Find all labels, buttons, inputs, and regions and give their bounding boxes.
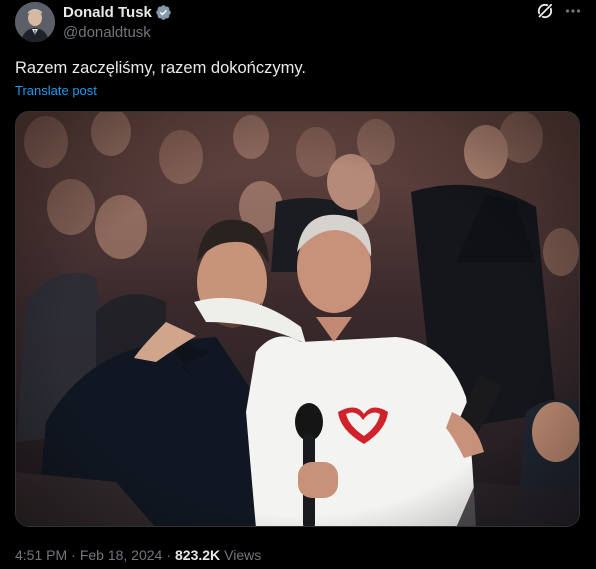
translate-post-link[interactable]: Translate post [15, 83, 97, 98]
author-names: Donald Tusk @donaldtusk [63, 3, 172, 41]
display-name[interactable]: Donald Tusk [63, 4, 152, 21]
more-icon[interactable] [563, 1, 583, 21]
meta-separator: · [166, 547, 171, 563]
verified-badge-icon[interactable] [155, 4, 172, 21]
grok-icon[interactable] [535, 1, 555, 21]
display-name-row: Donald Tusk [63, 3, 172, 21]
post-date[interactable]: Feb 18, 2024 [80, 547, 163, 563]
post-header: Donald Tusk @donaldtusk [15, 0, 585, 44]
post-time[interactable]: 4:51 PM [15, 547, 67, 563]
post-photo[interactable] [15, 111, 580, 527]
views-label: Views [224, 547, 262, 563]
avatar-image [15, 2, 55, 42]
meta-separator: · [71, 547, 76, 563]
views-count[interactable]: 823.2K [175, 547, 220, 563]
post-meta: 4:51 PM · Feb 18, 2024 · 823.2K Views [15, 547, 261, 563]
photo-image [16, 112, 579, 526]
author-handle[interactable]: @donaldtusk [63, 24, 172, 41]
post-text: Razem zaczęliśmy, razem dokończymy. [15, 59, 306, 77]
avatar[interactable] [15, 2, 55, 42]
